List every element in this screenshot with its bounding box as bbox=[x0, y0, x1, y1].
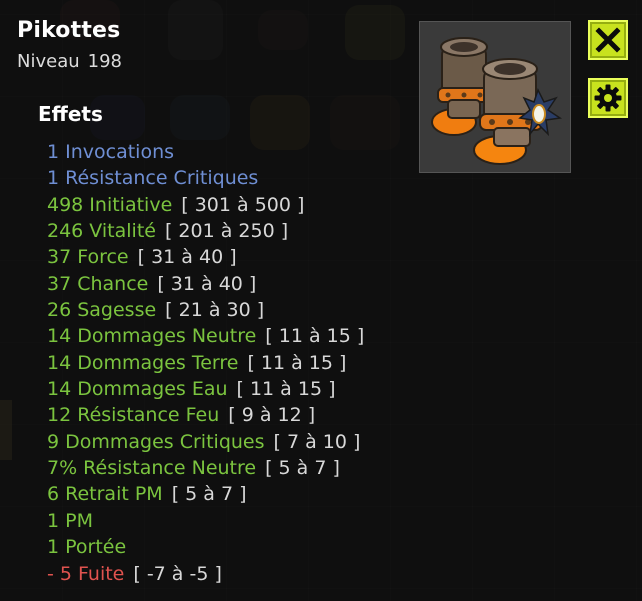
effect-range: [ 31 à 40 ] bbox=[157, 272, 257, 295]
effect-range: [ 201 à 250 ] bbox=[164, 220, 289, 243]
effect-text: 14 Dommages Terre bbox=[47, 351, 239, 374]
effect-text: 246 Vitalité bbox=[47, 220, 156, 243]
effect-range: [ -7 à -5 ] bbox=[133, 562, 222, 585]
effect-line: 1 Portée bbox=[47, 534, 364, 560]
gear-icon bbox=[594, 84, 622, 112]
effect-line: 37 Force [ 31 à 40 ] bbox=[47, 244, 364, 270]
effect-line: 6 Retrait PM [ 5 à 7 ] bbox=[47, 481, 364, 507]
effect-text: 6 Retrait PM bbox=[47, 483, 163, 506]
level-value: 198 bbox=[87, 51, 122, 72]
effect-range: [ 21 à 30 ] bbox=[165, 299, 265, 322]
effect-line: 1 PM bbox=[47, 508, 364, 534]
effect-line: 1 Résistance Critiques bbox=[47, 165, 364, 191]
close-button[interactable] bbox=[588, 20, 628, 60]
effect-text: 1 PM bbox=[47, 509, 93, 532]
effect-text: 9 Dommages Critiques bbox=[47, 430, 265, 453]
effect-text: 1 Résistance Critiques bbox=[47, 167, 259, 190]
effect-line: 246 Vitalité [ 201 à 250 ] bbox=[47, 218, 364, 244]
effect-range: [ 7 à 10 ] bbox=[273, 430, 361, 453]
effect-line: 12 Résistance Feu [ 9 à 12 ] bbox=[47, 402, 364, 428]
effect-text: 1 Invocations bbox=[47, 141, 175, 163]
effect-line: 14 Dommages Neutre [ 11 à 15 ] bbox=[47, 323, 364, 349]
effect-range: [ 31 à 40 ] bbox=[137, 246, 237, 269]
effect-line: 7% Résistance Neutre [ 5 à 7 ] bbox=[47, 455, 364, 481]
close-icon bbox=[595, 27, 621, 53]
effect-text: 1 Portée bbox=[47, 536, 127, 559]
item-tooltip-panel: Pikottes Niveau 198 Effets 1 Invocations … bbox=[0, 0, 642, 601]
effect-line: 1 Invocations bbox=[47, 139, 364, 165]
boots-icon bbox=[431, 37, 563, 165]
effect-range: [ 5 à 7 ] bbox=[265, 457, 340, 480]
effect-line: 498 Initiative [ 301 à 500 ] bbox=[47, 192, 364, 218]
effect-text: 37 Chance bbox=[47, 272, 149, 295]
effect-text: 14 Dommages Eau bbox=[47, 378, 228, 401]
effect-text: 498 Initiative bbox=[47, 193, 173, 216]
effect-line: 26 Sagesse [ 21 à 30 ] bbox=[47, 297, 364, 323]
effect-text: 14 Dommages Neutre bbox=[47, 325, 257, 348]
effect-range: [ 11 à 15 ] bbox=[236, 378, 336, 401]
effect-range: [ 5 à 7 ] bbox=[171, 483, 247, 506]
effect-text: 26 Sagesse bbox=[47, 299, 157, 322]
effect-text: 7% Résistance Neutre bbox=[47, 457, 257, 480]
item-level: Niveau 198 bbox=[17, 51, 122, 72]
effect-line: - 5 Fuite [ -7 à -5 ] bbox=[47, 561, 364, 587]
item-name: Pikottes bbox=[17, 18, 121, 43]
effect-range: [ 11 à 15 ] bbox=[247, 351, 347, 374]
effect-line: 9 Dommages Critiques [ 7 à 10 ] bbox=[47, 429, 364, 455]
effect-range: [ 11 à 15 ] bbox=[265, 325, 365, 348]
effect-range: [ 9 à 12 ] bbox=[228, 404, 316, 427]
settings-button[interactable] bbox=[588, 78, 628, 118]
item-preview-frame bbox=[419, 21, 571, 173]
effect-line: 37 Chance [ 31 à 40 ] bbox=[47, 271, 364, 297]
effect-range: [ 301 à 500 ] bbox=[181, 193, 305, 216]
effect-text: - 5 Fuite bbox=[47, 562, 125, 585]
effect-line: 14 Dommages Eau [ 11 à 15 ] bbox=[47, 376, 364, 402]
effect-text: 37 Force bbox=[47, 246, 129, 269]
level-label: Niveau bbox=[17, 51, 80, 72]
effect-text: 12 Résistance Feu bbox=[47, 404, 220, 427]
effect-line: 14 Dommages Terre [ 11 à 15 ] bbox=[47, 350, 364, 376]
effects-heading: Effets bbox=[38, 102, 103, 126]
effects-list: 1 Invocations 1 Résistance Critiques 498… bbox=[47, 139, 364, 587]
